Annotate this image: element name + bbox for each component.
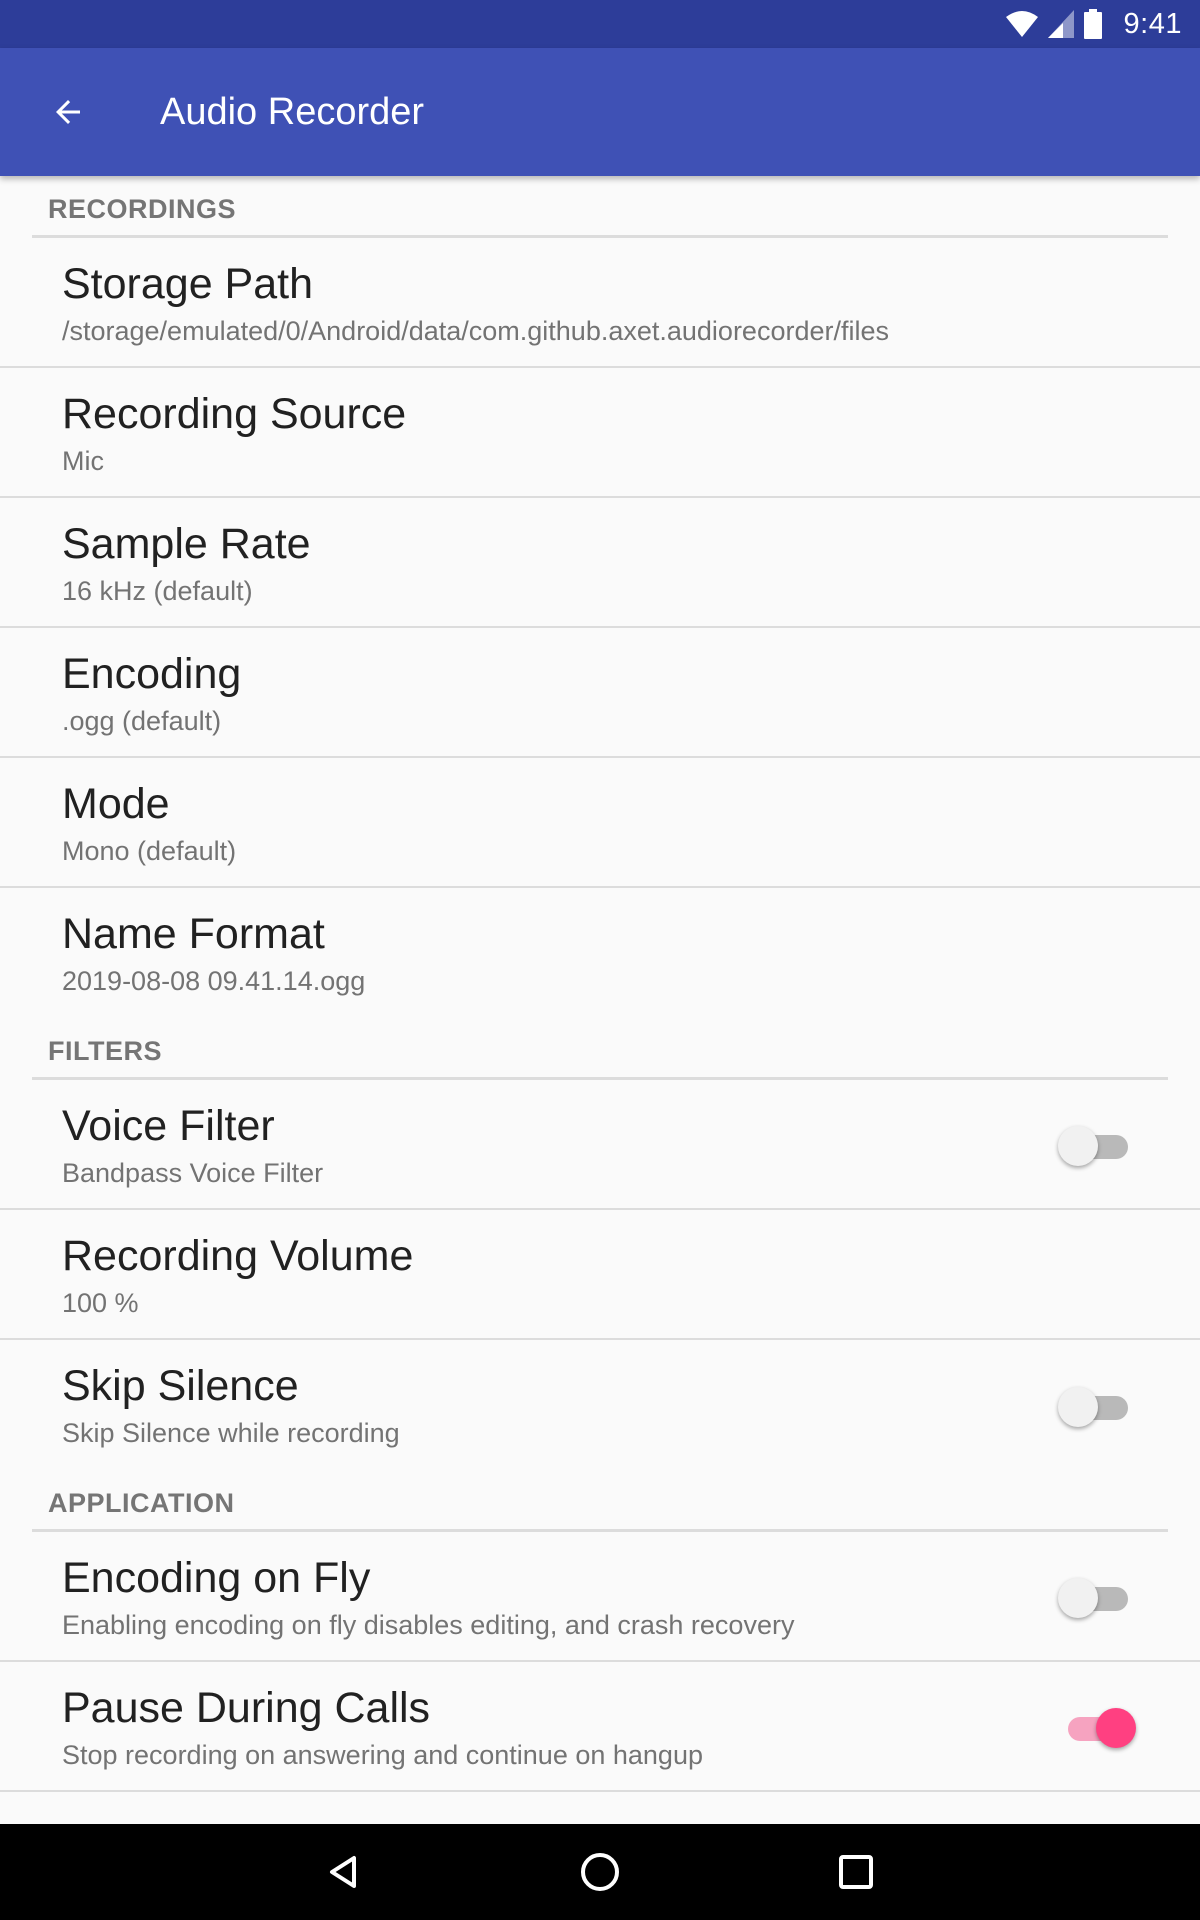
pref-title: Skip Silence: [62, 1362, 299, 1410]
pref-title: Pause During Calls: [62, 1684, 431, 1732]
pref-title: Encoding on Fly: [62, 1554, 371, 1602]
pref-encoding[interactable]: Encoding .ogg (default): [0, 628, 1200, 758]
pref-summary: .ogg (default): [62, 706, 222, 736]
cell-signal-icon: [1047, 10, 1074, 38]
pref-voice-filter[interactable]: Voice Filter Bandpass Voice Filter: [0, 1080, 1200, 1210]
section-header-label: APPLICATION: [48, 1488, 235, 1518]
section-header-application: APPLICATION: [32, 1470, 1168, 1532]
section-header-recordings: RECORDINGS: [32, 176, 1168, 238]
app-bar: Audio Recorder: [0, 48, 1200, 176]
pref-recording-volume[interactable]: Recording Volume 100 %: [0, 1210, 1200, 1340]
pref-summary: Mic: [62, 446, 104, 476]
switch-thumb: [1096, 1708, 1136, 1748]
pref-title: Name Format: [62, 910, 325, 958]
status-icons: 9:41: [1005, 0, 1182, 48]
voice-filter-switch[interactable]: [1058, 1126, 1132, 1166]
pref-title: Mode: [62, 780, 170, 828]
section-header-label: RECORDINGS: [48, 194, 237, 224]
pref-summary: Stop recording on answering and continue…: [62, 1740, 703, 1770]
wifi-icon: [1005, 11, 1038, 37]
pref-summary: /storage/emulated/0/Android/data/com.git…: [62, 316, 889, 346]
pause-during-calls-switch[interactable]: [1064, 1708, 1136, 1748]
pref-summary: 2019-08-08 09.41.14.ogg: [62, 966, 366, 996]
nav-home-button[interactable]: [570, 1842, 630, 1902]
pref-recording-source[interactable]: Recording Source Mic: [0, 368, 1200, 498]
nav-back-button[interactable]: [314, 1842, 374, 1902]
status-bar: 9:41: [0, 0, 1200, 48]
back-button[interactable]: [40, 84, 96, 140]
section-header-filters: FILTERS: [32, 1018, 1168, 1080]
page-title: Audio Recorder: [160, 91, 425, 133]
pref-encoding-on-fly[interactable]: Encoding on Fly Enabling encoding on fly…: [0, 1532, 1200, 1662]
switch-thumb: [1058, 1387, 1098, 1427]
section-header-label: FILTERS: [48, 1036, 162, 1066]
pref-summary: Bandpass Voice Filter: [62, 1158, 324, 1188]
pref-summary: Skip Silence while recording: [62, 1418, 400, 1448]
pref-summary: Enabling encoding on fly disables editin…: [62, 1610, 795, 1640]
recents-square-icon: [839, 1855, 873, 1889]
settings-list[interactable]: RECORDINGS Storage Path /storage/emulate…: [0, 176, 1200, 1824]
pref-title: Voice Filter: [62, 1102, 275, 1150]
battery-icon: [1083, 9, 1102, 39]
pref-pause-during-calls[interactable]: Pause During Calls Stop recording on ans…: [0, 1662, 1200, 1792]
switch-thumb: [1058, 1126, 1098, 1166]
pref-storage-path[interactable]: Storage Path /storage/emulated/0/Android…: [0, 238, 1200, 368]
pref-title: Sample Rate: [62, 520, 311, 568]
pref-title: Encoding: [62, 650, 242, 698]
encoding-on-fly-switch[interactable]: [1058, 1578, 1132, 1618]
arrow-back-icon: [56, 100, 80, 124]
pref-skip-silence[interactable]: Skip Silence Skip Silence while recordin…: [0, 1340, 1200, 1470]
home-circle-icon: [581, 1853, 619, 1891]
skip-silence-switch[interactable]: [1058, 1387, 1132, 1427]
pref-name-format[interactable]: Name Format 2019-08-08 09.41.14.ogg: [0, 888, 1200, 1018]
nav-recents-button[interactable]: [826, 1842, 886, 1902]
pref-summary: 100 %: [62, 1288, 139, 1318]
pref-summary: 16 kHz (default): [62, 576, 253, 606]
pref-mode[interactable]: Mode Mono (default): [0, 758, 1200, 888]
pref-title: Recording Volume: [62, 1232, 414, 1280]
navigation-bar: [0, 1824, 1200, 1920]
switch-thumb: [1058, 1578, 1098, 1618]
back-triangle-icon: [330, 1856, 356, 1888]
pref-title: Storage Path: [62, 260, 314, 308]
status-time: 9:41: [1123, 7, 1182, 40]
pref-title: Recording Source: [62, 390, 407, 438]
pref-summary: Mono (default): [62, 836, 237, 866]
pref-sample-rate[interactable]: Sample Rate 16 kHz (default): [0, 498, 1200, 628]
